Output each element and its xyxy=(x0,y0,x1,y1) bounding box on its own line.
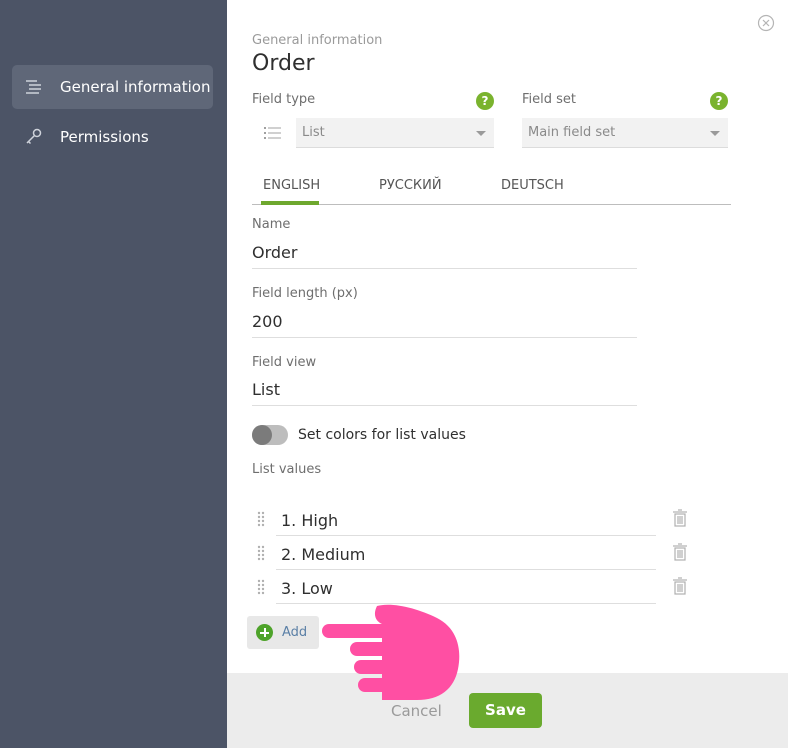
page-subtitle: General information xyxy=(252,33,383,48)
field-length-label: Field length (px) xyxy=(252,286,358,301)
trash-icon[interactable] xyxy=(672,509,688,527)
sidebar: General information Permissions xyxy=(0,0,227,748)
list-value-input[interactable]: 2. Medium xyxy=(281,545,365,564)
field-set-label: Field set xyxy=(522,92,577,107)
name-underline xyxy=(252,268,637,269)
field-set-select[interactable]: Main field set xyxy=(522,118,728,148)
list-item: 3. Low xyxy=(252,573,692,607)
plus-circle-icon xyxy=(256,624,273,641)
chevron-down-icon xyxy=(710,131,720,136)
key-icon xyxy=(26,128,42,145)
sidebar-item-label: Permissions xyxy=(60,128,149,146)
field-length-underline xyxy=(252,337,637,338)
toggle-knob xyxy=(252,425,272,445)
trash-icon[interactable] xyxy=(672,543,688,561)
edit-field-panel: General information Order Field type ? L… xyxy=(227,0,788,673)
name-input[interactable]: Order xyxy=(252,243,297,262)
field-type-help-icon[interactable]: ? xyxy=(476,92,494,110)
tab-english[interactable]: ENGLISH xyxy=(263,178,320,193)
list-item: 2. Medium xyxy=(252,539,692,573)
field-view-input[interactable]: List xyxy=(252,380,280,399)
field-type-label: Field type xyxy=(252,92,316,107)
add-list-value-button[interactable]: Add xyxy=(247,616,319,649)
list-value-input[interactable]: 1. High xyxy=(281,511,338,530)
page-title: Order xyxy=(252,51,315,76)
tab-deutsch[interactable]: DEUTSCH xyxy=(501,178,564,193)
list-values-label: List values xyxy=(252,462,322,477)
cancel-button[interactable]: Cancel xyxy=(391,702,442,720)
set-colors-toggle[interactable] xyxy=(252,425,288,445)
tabs-divider xyxy=(252,204,731,205)
trash-icon[interactable] xyxy=(672,577,688,595)
drag-handle-icon[interactable] xyxy=(257,579,265,595)
pointing-hand-icon xyxy=(322,604,460,700)
sidebar-item-permissions[interactable]: Permissions xyxy=(12,115,213,159)
name-label: Name xyxy=(252,217,291,232)
drag-handle-icon[interactable] xyxy=(257,545,265,561)
active-tab-indicator xyxy=(261,201,319,205)
list-value-underline xyxy=(276,569,656,570)
field-type-select[interactable]: List xyxy=(296,118,494,148)
list-value-underline xyxy=(276,535,656,536)
field-view-label: Field view xyxy=(252,355,317,370)
add-label: Add xyxy=(282,625,308,640)
save-button[interactable]: Save xyxy=(469,693,542,728)
field-view-underline xyxy=(252,405,637,406)
list-item: 1. High xyxy=(252,505,692,539)
field-set-value: Main field set xyxy=(528,125,616,140)
field-length-input[interactable]: 200 xyxy=(252,312,283,331)
drag-handle-icon[interactable] xyxy=(257,511,265,527)
list-value-input[interactable]: 3. Low xyxy=(281,579,333,598)
tab-russian[interactable]: РУССКИЙ xyxy=(379,178,442,193)
field-type-value: List xyxy=(302,125,325,140)
close-icon[interactable] xyxy=(757,14,775,32)
chevron-down-icon xyxy=(476,131,486,136)
sidebar-item-label: General information xyxy=(60,78,211,96)
sidebar-item-general-information[interactable]: General information xyxy=(12,65,213,109)
field-set-help-icon[interactable]: ? xyxy=(710,92,728,110)
list-lines-icon xyxy=(26,80,41,94)
set-colors-label: Set colors for list values xyxy=(298,427,466,443)
list-type-icon xyxy=(264,127,281,139)
